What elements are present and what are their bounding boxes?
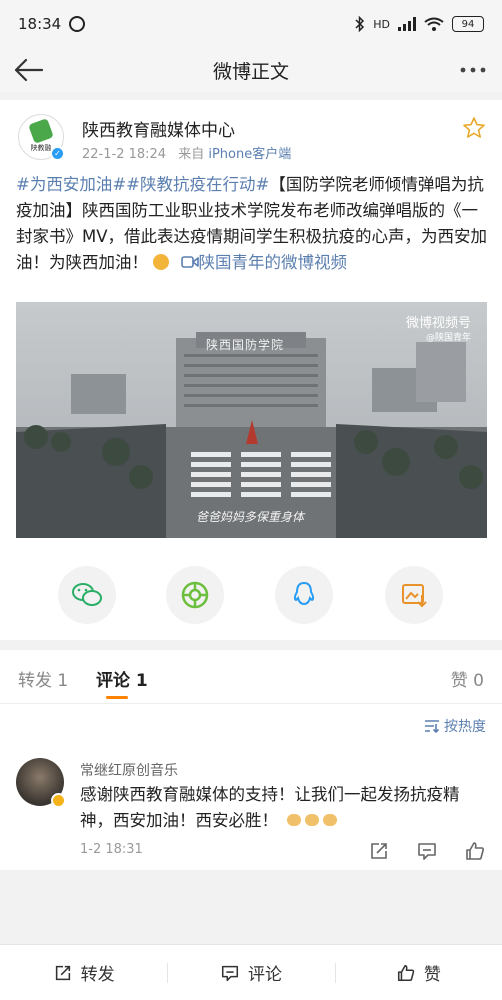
video-watermark: 微博视频号 (405, 316, 471, 331)
like-label: 赞 (423, 965, 441, 985)
network-label: HD (373, 17, 390, 31)
save-image-button[interactable] (385, 566, 443, 624)
share-row (0, 566, 502, 626)
status-time: 18:34 (18, 15, 62, 33)
video-link[interactable]: 陕国青年的微博视频 (199, 253, 348, 272)
favorite-star-icon[interactable] (462, 116, 486, 140)
brand-logo-icon (28, 118, 54, 144)
comment-actions (368, 840, 486, 862)
post-source[interactable]: iPhone客户端 (208, 147, 291, 162)
post-tabs: 转发 1 评论 1 赞 0 (0, 650, 502, 704)
moments-icon (181, 581, 209, 609)
comment-button[interactable]: 评论 (167, 945, 334, 1000)
cheer-emoji-icon (153, 254, 170, 270)
comment-time: 1-2 18:31 (80, 842, 143, 857)
verified-badge-icon (51, 793, 66, 808)
source-prefix: 来自 (178, 147, 205, 162)
hashtag-link[interactable]: #为西安加油# (16, 175, 126, 194)
qq-icon (293, 581, 315, 606)
post-date: 22-1-2 18:24 (82, 147, 167, 162)
video-thumbnail[interactable]: 陕西国防学院 微博视频号 @陕国青年 爸爸妈妈多保重身体 (16, 302, 487, 538)
battery-icon: 94 (452, 16, 484, 32)
page-title: 微博正文 (212, 60, 289, 83)
commenter-name[interactable]: 常继红原创音乐 (80, 760, 178, 780)
post-meta: 22-1-2 18:24 来自 iPhone客户端 (82, 143, 291, 162)
sort-icon (425, 720, 440, 733)
clap-emoji-icon (305, 814, 320, 826)
share-moments-button[interactable] (166, 566, 224, 624)
back-arrow-icon[interactable] (12, 54, 46, 86)
post-card: 陕教融 ✓ 陕西教育融媒体中心 22-1-2 18:24 来自 iPhone客户… (0, 100, 502, 640)
comment-icon (221, 965, 239, 981)
share-qq-button[interactable] (275, 566, 333, 624)
repost-icon (55, 965, 70, 980)
tab-like[interactable]: 赞 0 (451, 666, 484, 691)
wechat-icon (72, 583, 102, 606)
avatar-caption: 陕教融 (30, 144, 52, 152)
battery-level: 94 (461, 18, 475, 30)
status-icons: HD 94 (355, 16, 484, 32)
bottom-action-bar: 转发 评论 赞 (0, 944, 502, 1000)
wifi-icon (424, 17, 444, 31)
alarm-icon (69, 16, 86, 32)
status-bar: 18:34 HD 94 (0, 0, 502, 48)
comment-icon[interactable] (416, 840, 438, 862)
share-wechat-button[interactable] (58, 566, 116, 624)
more-options-icon[interactable] (456, 58, 490, 82)
video-watermark-sub: @陕国青年 (425, 333, 471, 343)
post-text: #为西安加油##陕教抗疫在行动#【国防学院老师倾情弹唱为抗疫加油】陕西国防工业职… (16, 172, 488, 276)
tab-comment[interactable]: 评论 1 (96, 666, 148, 691)
tab-repost[interactable]: 转发 1 (18, 666, 68, 691)
clap-emoji-icon (287, 814, 302, 826)
sort-toggle[interactable]: 按热度 (424, 716, 486, 736)
comment-list: 按热度 常继红原创音乐 感谢陕西教育融媒体的支持！让我们一起发扬抗疫精神，西安加… (0, 704, 502, 870)
signal-icon (398, 17, 416, 31)
author-avatar[interactable]: 陕教融 ✓ (18, 114, 65, 161)
comment-label: 评论 (247, 965, 282, 985)
bluetooth-icon (355, 16, 365, 32)
hashtag-link[interactable]: #陕教抗疫在行动# (126, 175, 269, 194)
save-image-icon (402, 584, 427, 608)
repost-label: 转发 (80, 965, 115, 985)
active-tab-indicator (106, 696, 128, 699)
comment-body: 感谢陕西教育融媒体的支持！让我们一起发扬抗疫精神，西安加油！西安必胜！ (80, 785, 460, 830)
author-name[interactable]: 陕西教育融媒体中心 (82, 116, 235, 141)
video-link-icon (180, 256, 199, 268)
like-icon[interactable] (464, 840, 486, 862)
building-sign: 陕西国防学院 (206, 338, 285, 352)
clap-emoji-icon (323, 814, 338, 826)
commenter-avatar[interactable] (16, 758, 66, 808)
like-button[interactable]: 赞 (334, 945, 502, 1000)
sort-label: 按热度 (444, 719, 486, 735)
repost-button[interactable]: 转发 (0, 945, 167, 1000)
repost-icon[interactable] (368, 840, 390, 862)
like-icon (397, 964, 415, 981)
video-caption: 爸爸妈妈多保重身体 (196, 510, 305, 524)
comment-text: 感谢陕西教育融媒体的支持！让我们一起发扬抗疫精神，西安加油！西安必胜！ (80, 782, 488, 834)
verified-badge-icon: ✓ (50, 146, 65, 161)
nav-bar: 微博正文 (0, 48, 502, 92)
